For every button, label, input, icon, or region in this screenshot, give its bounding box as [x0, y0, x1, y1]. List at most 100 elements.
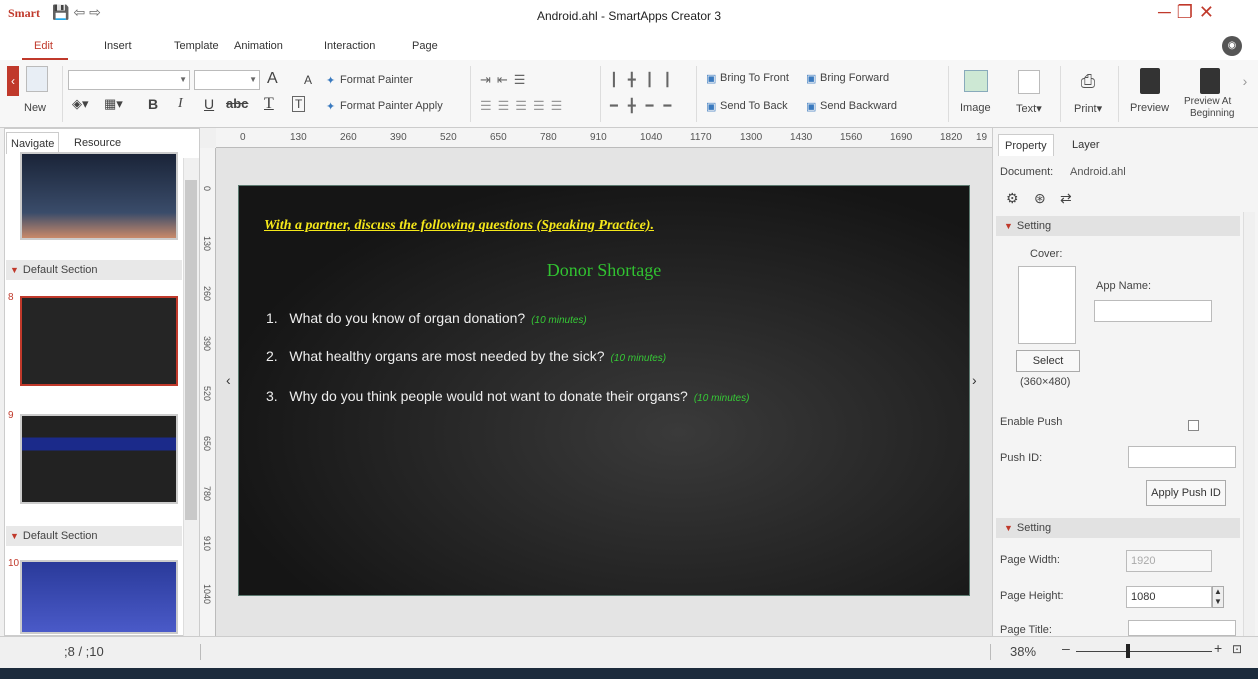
next-page-icon[interactable]: ›	[972, 372, 977, 388]
navigate-scroll-thumb[interactable]	[185, 180, 197, 520]
strikethrough-button[interactable]: abc	[226, 96, 248, 111]
page-thumbnail-9[interactable]	[20, 414, 178, 504]
font-size-select[interactable]: ▼	[194, 70, 260, 90]
swap-icon[interactable]: ⇄	[1060, 190, 1072, 207]
enable-push-checkbox[interactable]	[1188, 420, 1199, 431]
ruler-label: 1300	[740, 132, 763, 143]
object-align-icons[interactable]: ┃╋┃┃	[610, 72, 681, 88]
ribbon-scroll-left-icon[interactable]: ‹	[7, 66, 19, 96]
properties-icon[interactable]: ⊛	[1034, 190, 1046, 207]
page-number: 8	[8, 292, 14, 303]
page-height-input[interactable]: 1080	[1126, 586, 1212, 608]
divider	[600, 66, 601, 122]
image-icon[interactable]	[964, 70, 988, 92]
menu-interaction[interactable]: Interaction	[324, 40, 375, 52]
page-thumbnail-10[interactable]	[20, 560, 178, 634]
page-height-label: Page Height:	[1000, 590, 1064, 602]
send-to-back-button[interactable]: Send To Back	[720, 100, 788, 112]
slide-title[interactable]: Donor Shortage	[238, 260, 970, 281]
ribbon-scroll-right-icon[interactable]: ›	[1238, 66, 1252, 96]
menu-insert[interactable]: Insert	[104, 40, 132, 52]
object-distribute-icons[interactable]: ━╋━━	[610, 98, 681, 114]
underline-button[interactable]: U	[204, 96, 214, 112]
format-painter-button[interactable]: Format Painter	[340, 74, 413, 86]
text-icon[interactable]	[1018, 70, 1040, 94]
close-icon[interactable]: ✕	[1199, 2, 1220, 22]
bring-to-front-icon: ▣	[706, 73, 717, 85]
format-painter-apply-button[interactable]: Format Painter Apply	[340, 100, 443, 112]
setting-section-header[interactable]: ▼ Setting	[996, 518, 1240, 538]
cover-size-hint: (360×480)	[1020, 376, 1071, 388]
question-item[interactable]: 2. What healthy organs are most needed b…	[266, 348, 666, 364]
preview-icon[interactable]	[1140, 68, 1160, 94]
property-scrollbar[interactable]	[1243, 212, 1255, 636]
slide-heading[interactable]: With a partner, discuss the following qu…	[264, 218, 654, 234]
page-thumbnail-7[interactable]	[20, 152, 178, 240]
new-button[interactable]: New	[24, 102, 46, 114]
italic-button[interactable]: I	[178, 96, 183, 112]
page-indicator: ;8 / ;10	[64, 644, 104, 659]
font-color-button[interactable]: T	[264, 95, 274, 113]
page-width-input[interactable]: 1920	[1126, 550, 1212, 572]
section-header[interactable]: ▼ Default Section	[6, 260, 182, 280]
menu-edit[interactable]: Edit	[34, 40, 53, 52]
push-id-input[interactable]	[1128, 446, 1236, 468]
border-icon[interactable]: ▦▾	[104, 96, 123, 112]
cover-image-box[interactable]	[1018, 266, 1076, 344]
preview-at-beginning-icon[interactable]	[1200, 68, 1220, 94]
page-height-stepper[interactable]: ▲ ▼	[1212, 586, 1224, 608]
zoom-out-icon[interactable]: –	[1062, 640, 1070, 656]
indent-icons[interactable]: ⇥⇤☰	[480, 72, 531, 88]
ruler-label: 260	[202, 286, 212, 302]
print-icon[interactable]: ⎙	[1076, 70, 1100, 92]
align-icons[interactable]: ☰☰☰☰☰	[480, 98, 568, 114]
tab-resource[interactable]: Resource	[70, 132, 125, 154]
maximize-icon[interactable]: ❐	[1177, 2, 1199, 22]
image-button[interactable]: Image	[960, 102, 991, 114]
send-backward-button[interactable]: Send Backward	[820, 100, 897, 112]
select-cover-button[interactable]: Select	[1016, 350, 1080, 372]
app-name-input[interactable]	[1094, 300, 1212, 322]
page-thumbnail-8[interactable]	[20, 296, 178, 386]
preview-at-beginning-label-1[interactable]: Preview At	[1184, 96, 1231, 107]
increase-font-button[interactable]: A	[267, 70, 278, 88]
question-item[interactable]: 3. Why do you think people would not wan…	[266, 388, 749, 404]
cover-label: Cover:	[1030, 248, 1063, 260]
text-box-icon[interactable]: T	[292, 96, 306, 112]
text-button[interactable]: Text▾	[1016, 102, 1042, 115]
zoom-in-icon[interactable]: +	[1214, 640, 1222, 656]
send-to-back-icon: ▣	[706, 101, 717, 113]
question-item[interactable]: 1. What do you know of organ donation? (1…	[266, 310, 587, 326]
tab-layer[interactable]: Layer	[1066, 134, 1106, 156]
minimize-icon[interactable]: ─	[1158, 2, 1177, 22]
divider	[696, 66, 697, 122]
ruler-label: 1820	[940, 132, 963, 143]
section-header[interactable]: ▼ Default Section	[6, 526, 182, 546]
bring-to-front-button[interactable]: Bring To Front	[720, 72, 789, 84]
fit-to-window-icon[interactable]: ⊡	[1232, 642, 1242, 656]
menu-page[interactable]: Page	[412, 40, 438, 52]
tab-navigate[interactable]: Navigate	[6, 132, 60, 154]
apply-push-id-button[interactable]: Apply Push ID	[1146, 480, 1226, 506]
zoom-slider-thumb[interactable]	[1125, 644, 1130, 658]
user-avatar-icon[interactable]: ◉	[1222, 36, 1242, 56]
ruler-label: 520	[202, 386, 212, 402]
menu-template[interactable]: Template	[174, 40, 219, 52]
fill-color-icon[interactable]: ◈▾	[72, 96, 89, 112]
zoom-slider[interactable]	[1076, 651, 1212, 652]
setting-section-header[interactable]: ▼ Setting	[996, 216, 1240, 236]
new-page-icon[interactable]	[26, 66, 48, 92]
tab-property[interactable]: Property	[998, 134, 1054, 156]
previous-page-icon[interactable]: ‹	[226, 372, 231, 388]
print-button[interactable]: Print▾	[1074, 102, 1102, 115]
bring-forward-button[interactable]: Bring Forward	[820, 72, 889, 84]
preview-at-beginning-label-2[interactable]: Beginning	[1190, 108, 1234, 119]
settings-gear-icon[interactable]: ⚙	[1006, 190, 1019, 207]
bold-button[interactable]: B	[148, 96, 158, 112]
menu-animation[interactable]: Animation	[234, 40, 283, 52]
decrease-font-button[interactable]: A	[304, 73, 312, 87]
preview-button[interactable]: Preview	[1130, 102, 1169, 114]
page-title-input[interactable]	[1128, 620, 1236, 636]
font-family-select[interactable]: ▼	[68, 70, 190, 90]
page-title-label: Page Title:	[1000, 624, 1052, 636]
